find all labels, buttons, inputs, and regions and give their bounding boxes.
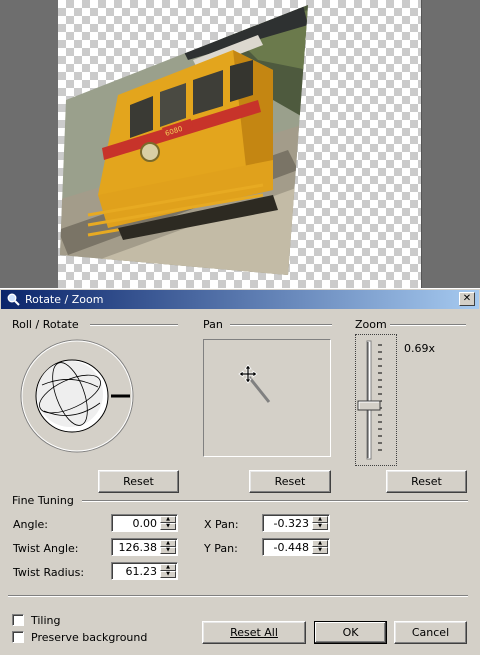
twist-radius-label: Twist Radius: [13,566,85,579]
dialog-titlebar[interactable]: Rotate / Zoom ✕ [1,290,479,309]
preserve-background-checkbox[interactable] [12,631,24,643]
pan-reset-button[interactable]: Reset [249,470,331,493]
roll-rotate-label: Roll / Rotate [12,318,83,331]
ypan-label: Y Pan: [204,542,238,555]
twist-angle-down-arrow[interactable]: ▼ [160,547,176,554]
ok-button[interactable]: OK [314,621,387,644]
angle-label: Angle: [13,518,49,531]
zoom-reset-button[interactable]: Reset [386,470,467,493]
zoom-divider [390,324,466,326]
twist-angle-value: 126.38 [118,541,158,554]
angle-up-arrow[interactable]: ▲ [160,516,176,523]
cancel-button[interactable]: Cancel [394,621,467,644]
fine-tuning-divider [82,500,468,502]
fine-tuning-label: Fine Tuning [12,494,78,507]
tiling-checkbox[interactable] [12,614,24,626]
roll-rotate-dial[interactable] [18,337,136,455]
zoom-label: Zoom [355,318,391,331]
zoom-reset-label: Reset [411,475,442,488]
xpan-up-arrow[interactable]: ▲ [312,516,328,523]
xpan-label: X Pan: [204,518,239,531]
ypan-spinner[interactable]: -0.448 ▲ ▼ [262,538,330,556]
angle-down-arrow[interactable]: ▼ [160,523,176,530]
pan-divider [230,324,332,326]
twist-radius-spinner[interactable]: 61.23 ▲ ▼ [111,562,178,580]
roll-rotate-divider [90,324,178,326]
close-icon: ✕ [462,293,472,304]
tiling-label: Tiling [31,614,61,627]
reset-all-button[interactable]: Reset All [202,621,306,644]
twist-angle-label: Twist Angle: [13,542,79,555]
twist-radius-up-arrow[interactable]: ▲ [160,564,176,571]
angle-value: 0.00 [132,517,158,530]
twist-angle-up-arrow[interactable]: ▲ [160,540,176,547]
zoom-slider-thumb [357,400,381,411]
xpan-value: -0.323 [273,517,309,530]
reset-all-label: Reset All [230,626,278,639]
angle-spinner[interactable]: 0.00 ▲ ▼ [111,514,178,532]
twist-radius-down-arrow[interactable]: ▼ [160,571,176,578]
zoom-slider[interactable] [355,334,397,466]
dialog-title: Rotate / Zoom [25,293,104,306]
ok-label: OK [342,626,359,639]
twist-radius-value: 61.23 [125,565,158,578]
bottom-divider [8,595,468,597]
pan-reset-label: Reset [274,475,306,488]
rotated-tram-photo: 6080 [60,5,308,275]
canvas-area: 6080 [0,0,480,290]
xpan-down-arrow[interactable]: ▼ [312,523,328,530]
pan-move-cursor-icon [238,364,258,384]
ypan-up-arrow[interactable]: ▲ [312,540,328,547]
ypan-down-arrow[interactable]: ▼ [312,547,328,554]
roll-reset-label: Reset [123,475,154,488]
rotate-zoom-dialog: Rotate / Zoom ✕ Roll / Rotate Reset Pan [0,288,480,655]
pan-area[interactable] [203,339,331,457]
xpan-spinner[interactable]: -0.323 ▲ ▼ [262,514,330,532]
ypan-value: -0.448 [273,541,309,554]
cancel-label: Cancel [411,626,450,639]
magnifier-icon [5,292,21,308]
zoom-value: 0.69x [404,342,436,355]
roll-reset-button[interactable]: Reset [98,470,179,493]
twist-angle-spinner[interactable]: 126.38 ▲ ▼ [111,538,178,556]
preserve-background-label: Preserve background [31,631,148,644]
pan-label: Pan [203,318,227,331]
close-button[interactable]: ✕ [459,292,475,306]
